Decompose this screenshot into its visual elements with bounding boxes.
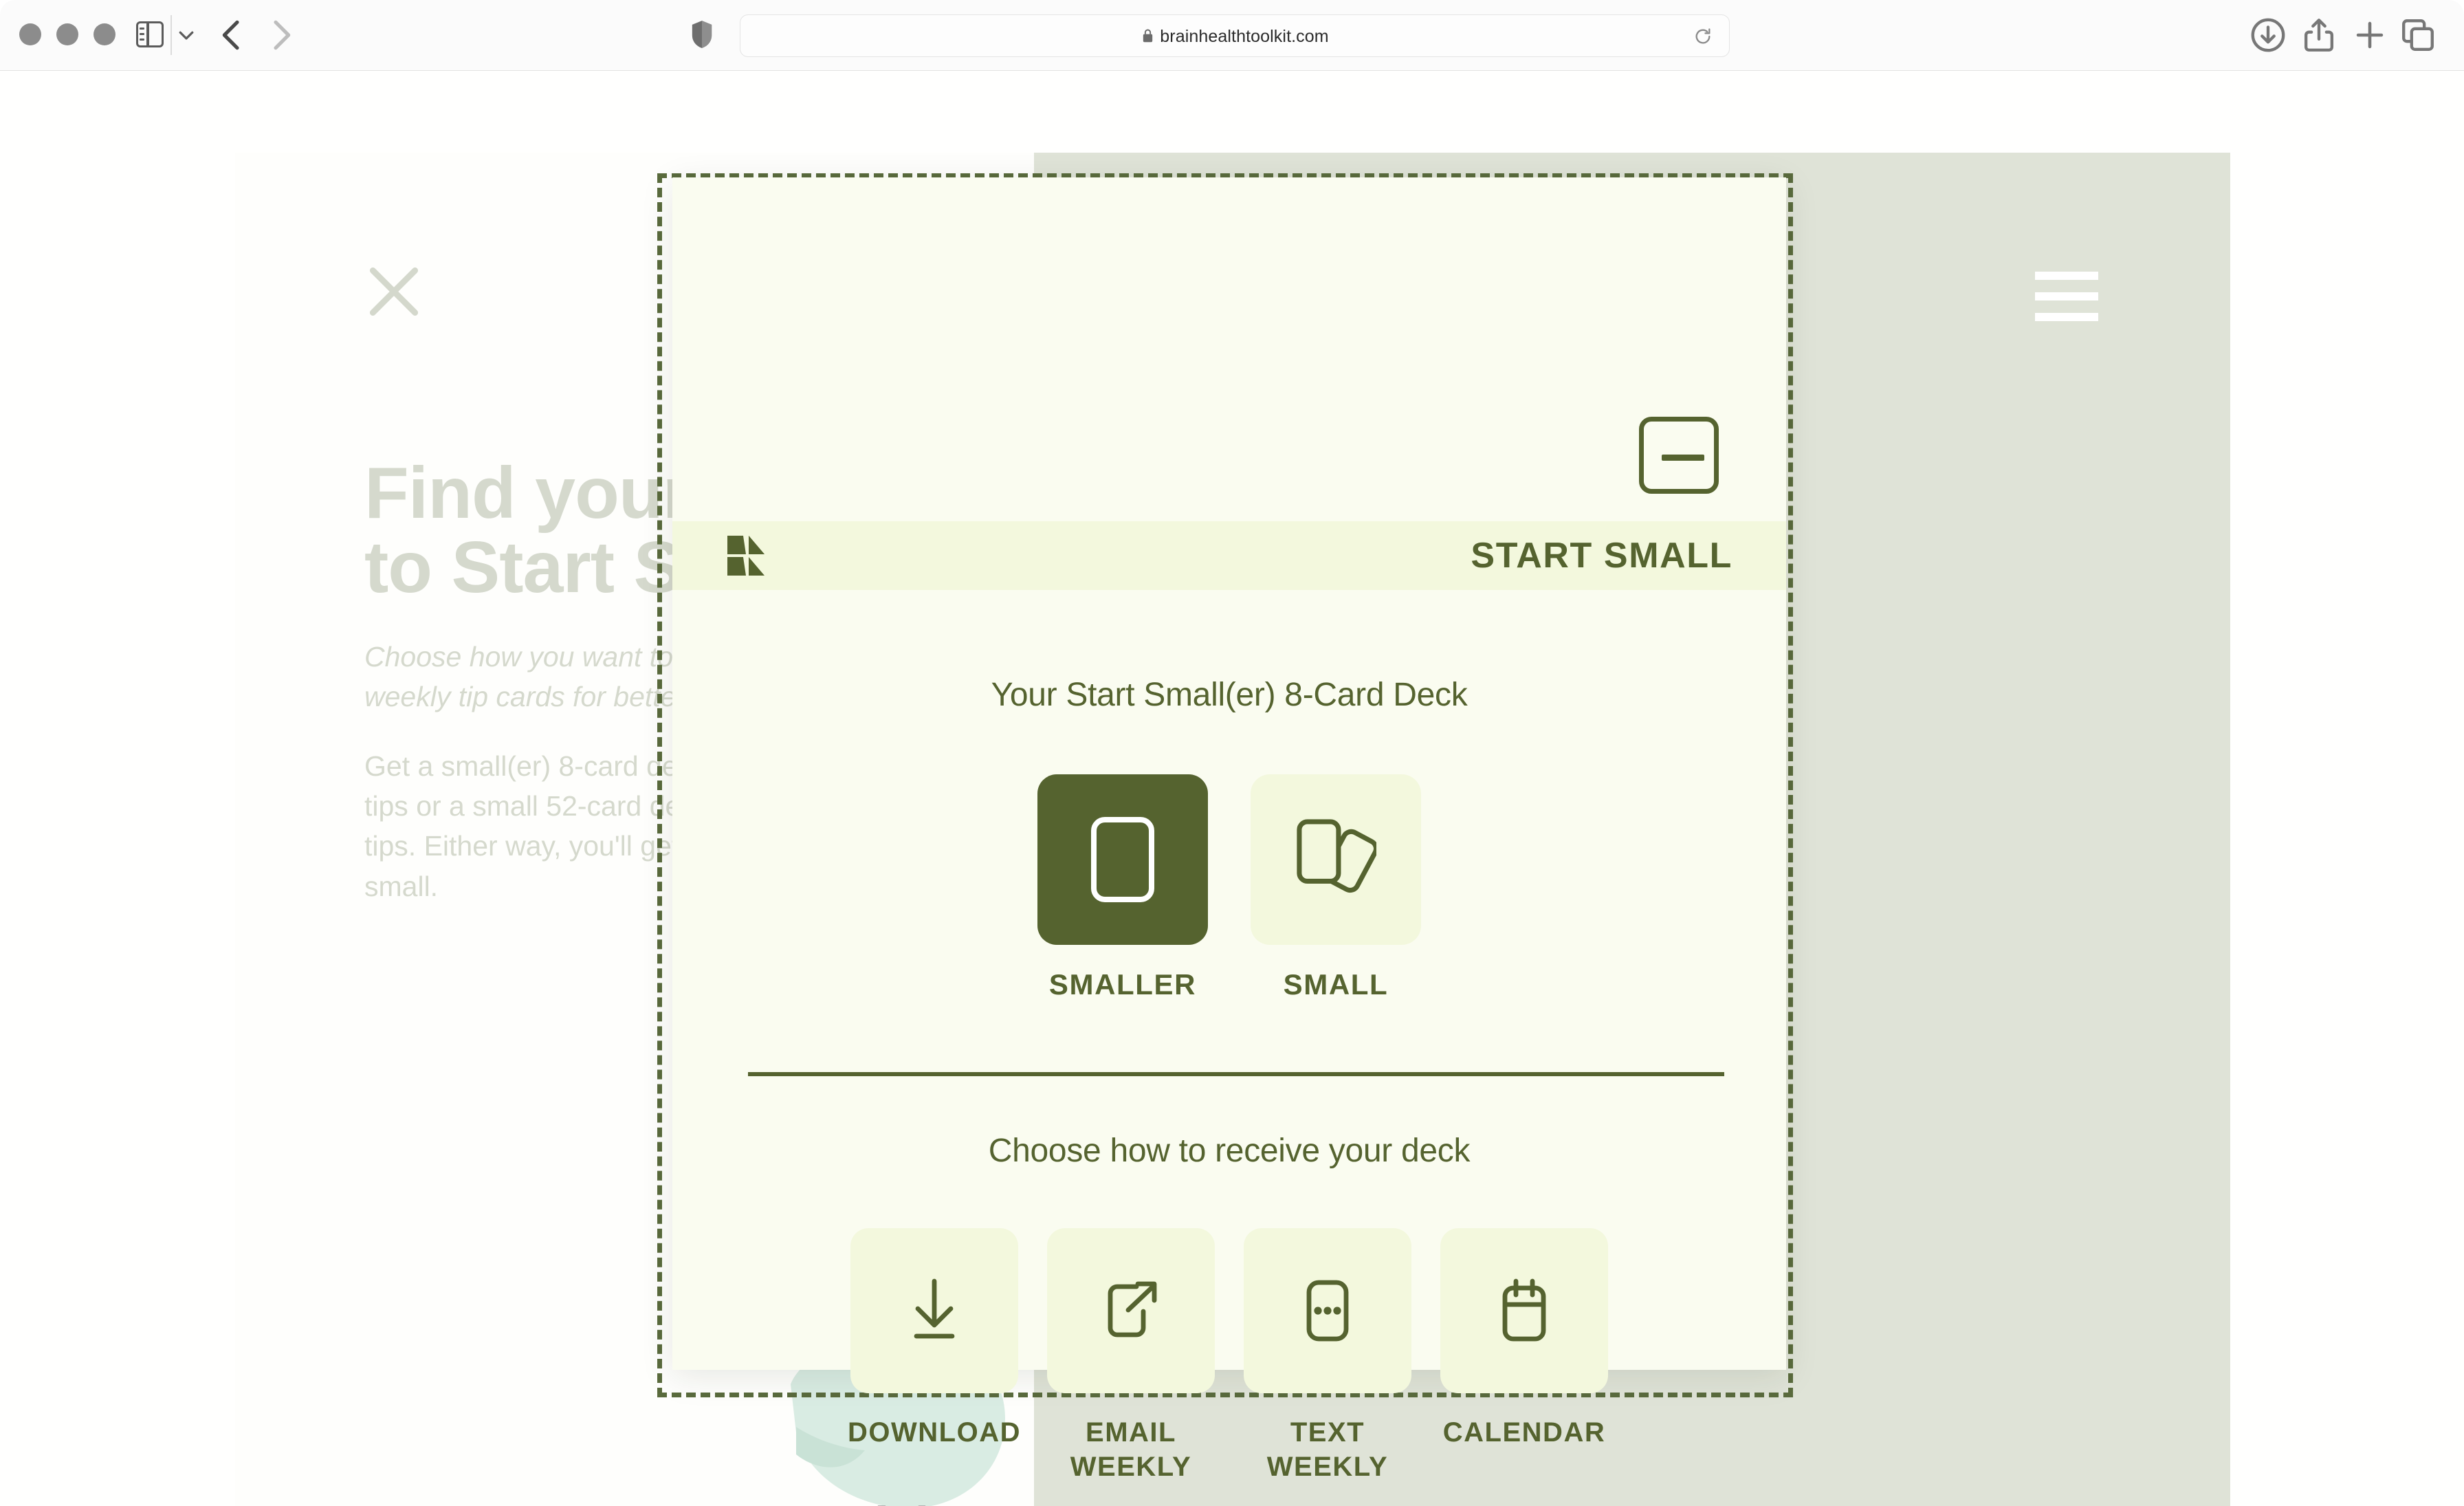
external-link-icon	[1108, 1281, 1157, 1338]
modal-topbar	[672, 177, 1786, 348]
reload-icon[interactable]	[1693, 27, 1713, 46]
minimize-window-button[interactable]	[56, 23, 78, 45]
sidebar-icon[interactable]	[131, 17, 169, 52]
receive-option-text[interactable]: TEXT WEEKLY	[1244, 1228, 1411, 1484]
url-text-container: brainhealthtoolkit.com	[740, 15, 1730, 58]
start-small-modal: START SMALL Your Start Small(er) 8-Card …	[672, 177, 1786, 1482]
lock-icon	[1143, 29, 1153, 43]
minimize-icon[interactable]	[1639, 417, 1719, 494]
message-dots-icon	[1306, 1280, 1349, 1342]
receive-tile-email[interactable]	[1047, 1228, 1215, 1393]
deck-section-title: Your Start Small(er) 8-Card Deck	[991, 677, 1468, 713]
receive-label-email: EMAIL WEEKLY	[1070, 1417, 1192, 1482]
share-icon[interactable]	[2299, 15, 2339, 55]
chevron-down-icon[interactable]	[176, 25, 197, 45]
chevron-right-icon[interactable]	[261, 15, 300, 55]
shield-icon[interactable]	[690, 19, 714, 50]
download-circle-icon[interactable]	[2248, 15, 2288, 55]
receive-label-download: DOWNLOAD	[848, 1417, 1021, 1448]
deck-tile-small[interactable]	[1251, 774, 1421, 945]
maximize-window-button[interactable]	[94, 23, 116, 45]
hamburger-menu-icon[interactable]	[2035, 272, 2098, 321]
window-traffic-lights[interactable]	[19, 23, 116, 45]
deck-tile-smaller[interactable]	[1037, 774, 1208, 945]
deck-label-small: SMALL	[1283, 968, 1389, 1001]
receive-options-group: DOWNLOAD EMAIL WEEKLY TEXT WEEKLY CALEND…	[672, 1228, 1786, 1484]
receive-option-email[interactable]: EMAIL WEEKLY	[1047, 1228, 1215, 1484]
modal-header: START SMALL	[672, 521, 1786, 590]
url-value: brainhealthtoolkit.com	[1160, 26, 1329, 46]
plus-icon[interactable]	[2350, 15, 2390, 55]
receive-tile-text[interactable]	[1244, 1228, 1411, 1393]
address-bar[interactable]: brainhealthtoolkit.com	[740, 14, 1730, 57]
deck-option-smaller[interactable]: SMALLER	[1037, 774, 1208, 1001]
receive-label-calendar: CALENDAR	[1442, 1417, 1606, 1448]
receive-section-title: Choose how to receive your deck	[988, 1133, 1471, 1169]
close-x-icon[interactable]	[362, 260, 426, 323]
receive-option-calendar[interactable]: CALENDAR	[1440, 1228, 1608, 1484]
receive-label-text: TEXT WEEKLY	[1266, 1417, 1389, 1482]
stacked-cards-icon	[1297, 819, 1376, 893]
brand-logo-icon	[727, 536, 764, 576]
download-arrow-icon	[914, 1278, 955, 1339]
section-divider	[748, 1072, 1724, 1076]
single-card-icon	[1091, 817, 1154, 902]
calendar-icon	[1502, 1278, 1546, 1342]
receive-option-download[interactable]: DOWNLOAD	[848, 1228, 1021, 1484]
deck-label-smaller: SMALLER	[1048, 968, 1197, 1001]
receive-tile-download[interactable]	[850, 1228, 1018, 1393]
deck-options-group: SMALLER SMALL	[672, 774, 1786, 1001]
browser-toolbar: brainhealthtoolkit.com	[0, 0, 2464, 71]
receive-tile-calendar[interactable]	[1440, 1228, 1608, 1393]
deck-option-small[interactable]: SMALL	[1251, 774, 1421, 1001]
tab-overview-icon[interactable]	[2398, 15, 2438, 55]
modal-title: START SMALL	[1471, 536, 1732, 576]
chevron-left-icon[interactable]	[213, 15, 252, 55]
toolbar-divider	[170, 15, 172, 55]
close-window-button[interactable]	[19, 23, 41, 45]
